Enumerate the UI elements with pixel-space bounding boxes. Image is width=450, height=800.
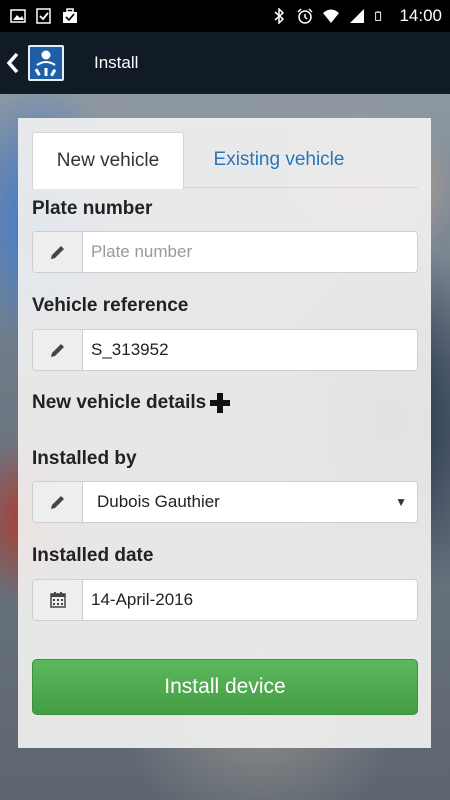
back-button[interactable] <box>2 32 24 94</box>
installed-by-group: Dubois Gauthier ▼ <box>32 481 418 523</box>
tab-existing-vehicle[interactable]: Existing vehicle <box>194 132 364 188</box>
mechanic-icon <box>34 50 57 77</box>
dropdown-caret-icon: ▼ <box>395 495 407 509</box>
image-icon <box>10 9 26 23</box>
installed-by-value: Dubois Gauthier <box>97 492 220 511</box>
status-time: 14:00 <box>399 6 442 25</box>
installed-date-label: Installed date <box>32 545 154 566</box>
installed-by-select[interactable]: Dubois Gauthier ▼ <box>83 482 417 522</box>
vehicle-reference-input[interactable] <box>83 330 417 370</box>
install-form-card: New vehicle Existing vehicle Plate numbe… <box>18 118 431 748</box>
new-vehicle-details-label: New vehicle details <box>32 392 207 413</box>
pencil-icon <box>33 482 83 522</box>
installed-date-group <box>32 579 418 621</box>
notification-icons <box>10 8 78 24</box>
app-logo <box>28 45 64 81</box>
vehicle-reference-group <box>32 329 418 371</box>
plate-number-input[interactable] <box>83 232 417 272</box>
install-device-button[interactable]: Install device <box>32 659 418 715</box>
wifi-icon <box>323 9 340 23</box>
pencil-icon <box>33 330 83 370</box>
briefcase-icon <box>63 8 77 23</box>
plate-number-label: Plate number <box>32 198 153 219</box>
vehicle-reference-label: Vehicle reference <box>32 295 189 316</box>
signal-icon <box>350 9 365 23</box>
calendar-icon <box>33 580 83 620</box>
installed-date-input[interactable] <box>83 580 417 620</box>
status-bar: 14:00 <box>0 0 450 32</box>
installed-by-label: Installed by <box>32 448 137 469</box>
battery-icon <box>375 11 382 21</box>
plus-icon <box>210 393 231 413</box>
pencil-icon <box>33 232 83 272</box>
alarm-icon <box>297 8 313 24</box>
system-icons: 14:00 <box>271 6 442 26</box>
chevron-left-icon <box>6 52 19 74</box>
bluetooth-icon <box>274 8 285 24</box>
new-vehicle-details-toggle[interactable]: New vehicle details <box>32 392 231 414</box>
vehicle-tabs: New vehicle Existing vehicle <box>32 132 418 189</box>
tab-new-vehicle[interactable]: New vehicle <box>32 132 184 189</box>
plate-number-group <box>32 231 418 273</box>
app-bar: Install <box>0 32 450 94</box>
page-title: Install <box>94 53 139 72</box>
checkbox-icon <box>36 8 51 24</box>
